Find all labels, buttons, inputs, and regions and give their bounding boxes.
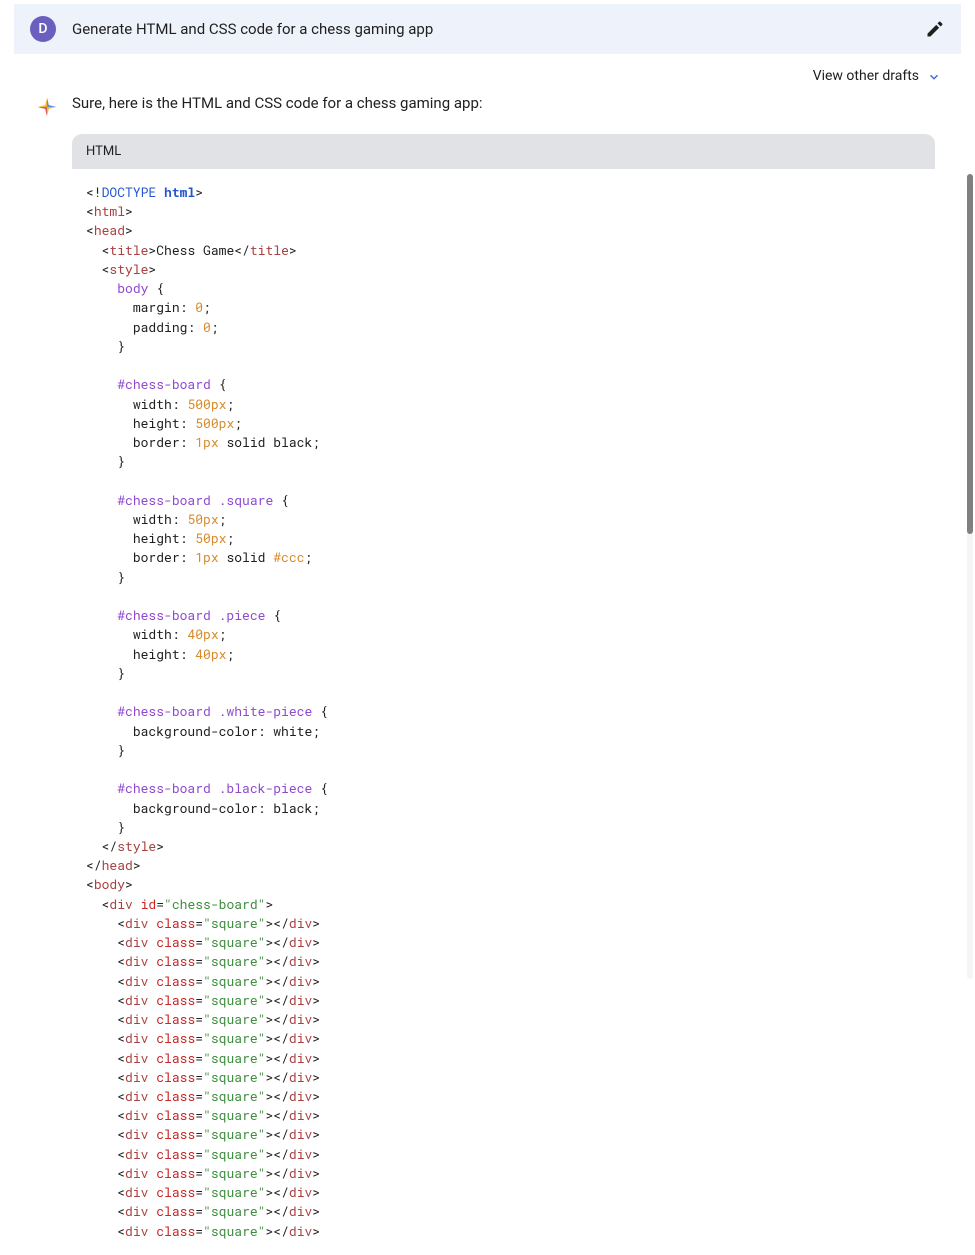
code-body[interactable]: <!DOCTYPE html> <html> <head> <title>Che… (72, 169, 935, 1255)
edit-icon[interactable] (925, 19, 945, 39)
user-avatar: D (30, 16, 56, 42)
drafts-row: View other drafts (14, 54, 961, 90)
code-block: HTML <!DOCTYPE html> <html> <head> <titl… (72, 134, 935, 1255)
avatar-letter: D (38, 21, 47, 37)
drafts-link-text: View other drafts (813, 68, 919, 84)
sparkle-icon (36, 96, 58, 118)
prompt-text: Generate HTML and CSS code for a chess g… (72, 20, 913, 38)
response-card: View other drafts Sure, here is the HTML… (14, 54, 961, 1255)
response-intro-text: Sure, here is the HTML and CSS code for … (72, 94, 939, 112)
view-other-drafts-button[interactable]: View other drafts (813, 68, 939, 84)
scrollbar-thumb[interactable] (967, 174, 973, 534)
code-language-label: HTML (72, 134, 935, 169)
chevron-down-icon (927, 70, 939, 82)
user-prompt-row: D Generate HTML and CSS code for a chess… (14, 4, 961, 54)
